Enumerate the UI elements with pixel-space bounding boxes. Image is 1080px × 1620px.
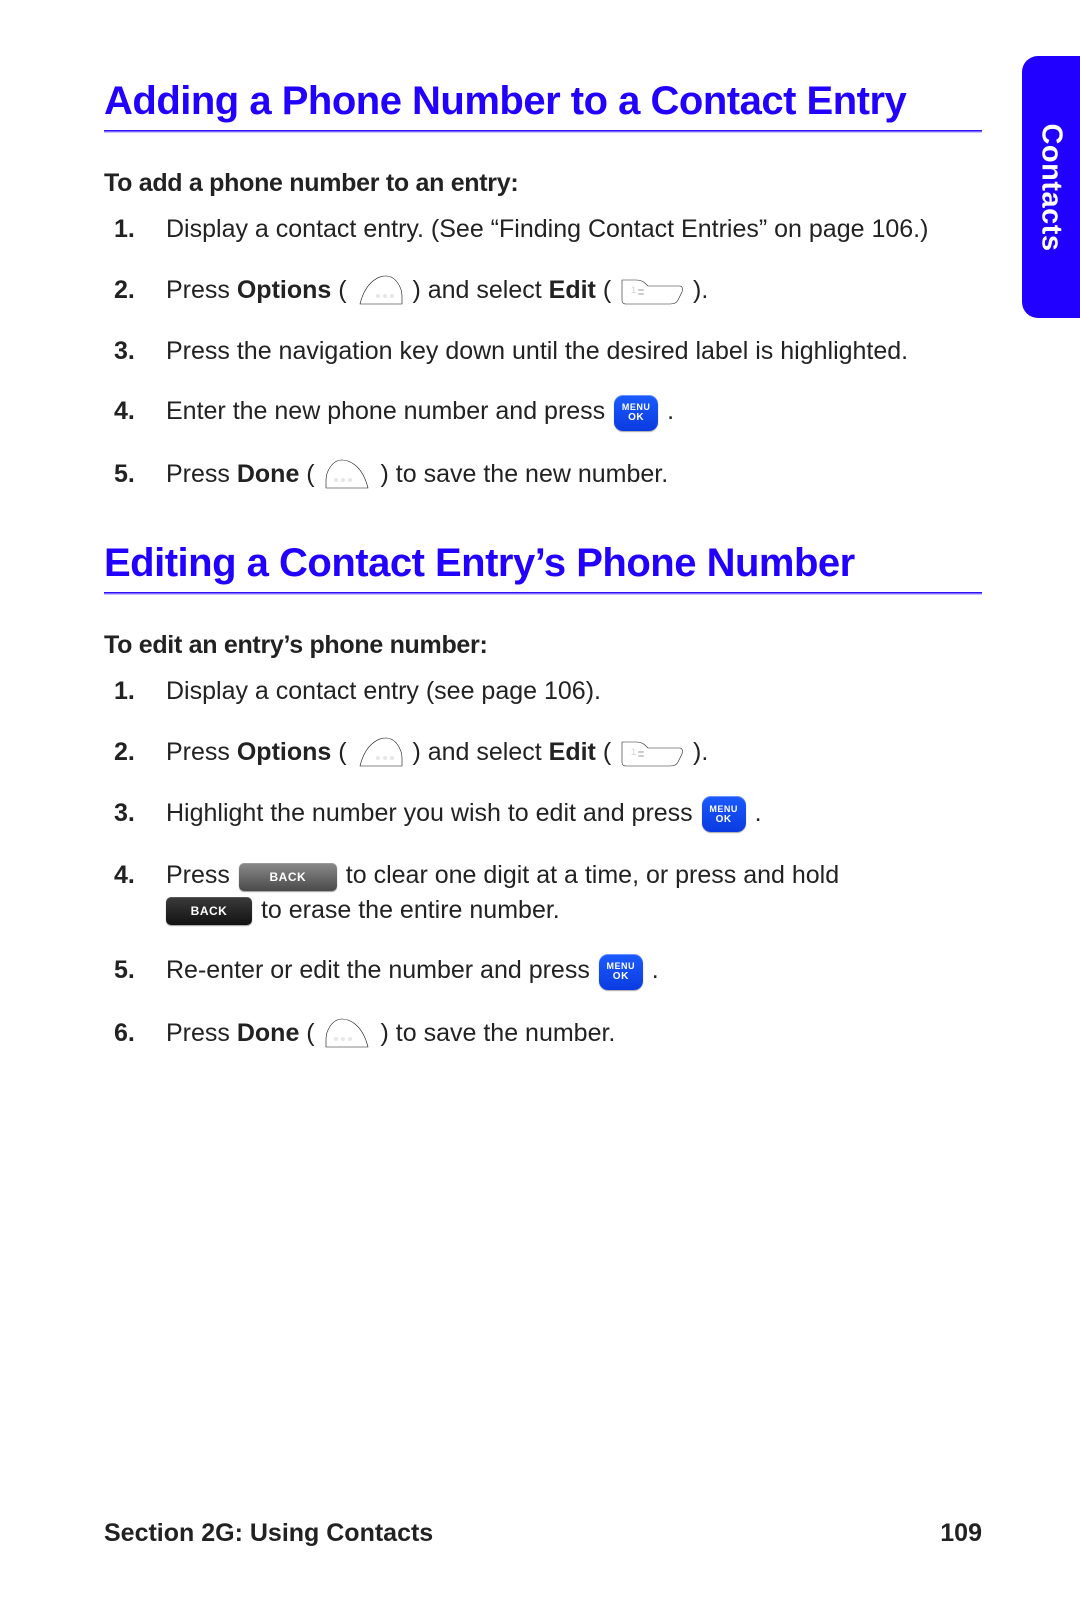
step-item: 2. Press Options ( ) and select Edit ( )… [158,735,982,770]
softkey-left-icon [324,458,372,492]
step-item: 4. Press BACK to clear one digit at a ti… [158,858,982,927]
menu-ok-key-icon: MENUOK [702,796,746,832]
step-text: Enter the new phone number and press [166,397,612,425]
softkey-right-icon [356,736,404,770]
step-item: 1. Display a contact entry. (See “Findin… [158,212,982,247]
heading-rule [104,592,982,595]
heading-rule [104,130,982,133]
softkey-left-icon [324,1017,372,1051]
step-text: Re-enter or edit the number and press [166,956,597,984]
step-item: 3. Press the navigation key down until t… [158,334,982,369]
step-item: 5. Re-enter or edit the number and press… [158,953,982,989]
menu-ok-key-icon: MENUOK [614,395,658,431]
step-item: 4. Enter the new phone number and press … [158,394,982,430]
step-text: Display a contact entry. (See “Finding C… [166,215,928,243]
intro-add: To add a phone number to an entry: [104,169,982,198]
step-text: Press [166,738,237,766]
term-edit: Edit [549,738,596,766]
step-text: Display a contact entry (see page 106). [166,677,601,705]
step-item: 3. Highlight the number you wish to edit… [158,796,982,832]
menu-ok-key-icon: MENUOK [599,954,643,990]
step-text: Press [166,861,237,889]
term-edit: Edit [549,276,596,304]
back-key-hold-icon: BACK [166,897,252,925]
term-options: Options [237,276,331,304]
step-text: Press [166,460,237,488]
step-text: Press [166,1019,237,1047]
page-footer: Section 2G: Using Contacts 109 [104,1519,982,1548]
section-editing: Editing a Contact Entry’s Phone Number T… [104,540,982,1051]
heading-adding-phone-number: Adding a Phone Number to a Contact Entry [104,78,982,124]
edit-key-icon [620,276,684,306]
steps-edit: 1. Display a contact entry (see page 106… [104,674,982,1051]
step-text: Press the navigation key down until the … [166,337,908,365]
step-text: Highlight the number you wish to edit an… [166,799,700,827]
term-done: Done [237,460,300,488]
term-done: Done [237,1019,300,1047]
heading-editing-phone-number: Editing a Contact Entry’s Phone Number [104,540,982,586]
step-item: 5. Press Done ( ) to save the new number… [158,457,982,492]
step-text: Press [166,276,237,304]
footer-section-label: Section 2G: Using Contacts [104,1519,433,1548]
step-item: 6. Press Done ( ) to save the number. [158,1016,982,1051]
edit-key-icon [620,738,684,768]
side-tab-label: Contacts [1035,123,1068,251]
softkey-right-icon [356,274,404,308]
side-tab-contacts: Contacts [1022,56,1080,318]
step-item: 1. Display a contact entry (see page 106… [158,674,982,709]
back-key-icon: BACK [239,863,337,891]
step-item: 2. Press Options ( ) and select Edit ( )… [158,273,982,308]
term-options: Options [237,738,331,766]
manual-page: Contacts Adding a Phone Number to a Cont… [0,0,1080,1620]
page-number: 109 [940,1519,982,1548]
intro-edit: To edit an entry’s phone number: [104,631,982,660]
steps-add: 1. Display a contact entry. (See “Findin… [104,212,982,492]
